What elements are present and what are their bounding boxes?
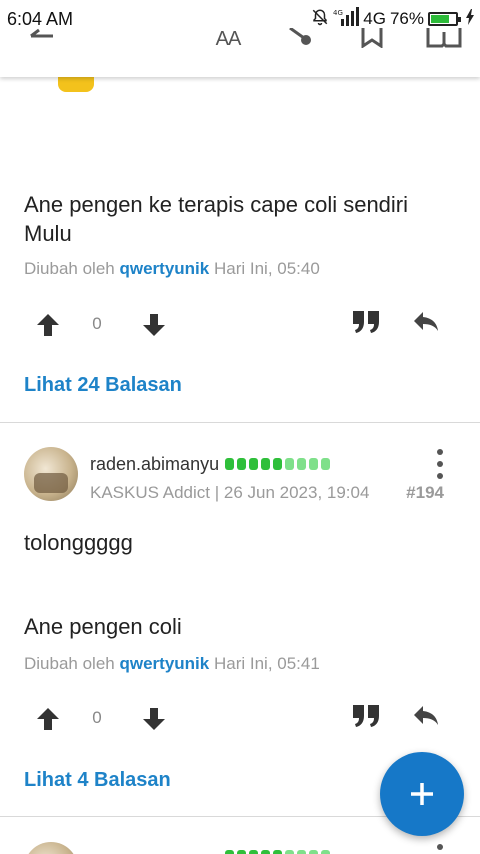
charging-icon: [466, 8, 474, 30]
quote-button[interactable]: [346, 302, 386, 342]
edited-prefix: Diubah oleh: [24, 654, 115, 673]
downvote-button[interactable]: [134, 305, 174, 345]
reply-icon: [414, 706, 438, 725]
downvote-button[interactable]: [134, 699, 174, 739]
quote-icon: [353, 705, 379, 727]
post-actions: 0: [0, 305, 480, 345]
arrow-up-icon: [37, 708, 59, 730]
new-post-fab[interactable]: [380, 752, 464, 836]
reply-icon: [414, 312, 438, 331]
share-icon[interactable]: [284, 28, 314, 58]
svg-text:4G: 4G: [333, 9, 343, 17]
post-divider: [0, 422, 480, 423]
status-time: 6:04 AM: [7, 9, 74, 29]
post-image-partial: [58, 76, 94, 92]
post-meta: KASKUS Addict | 26 Jun 2023, 19:04: [90, 483, 370, 502]
post-number: #194: [406, 483, 444, 502]
font-size-button[interactable]: AA: [208, 28, 248, 58]
post-text-line: Ane pengen ke terapis cape coli sendiri: [24, 192, 409, 217]
edited-info: Diubah oleh qwertyunik Hari Ini, 05:40: [24, 259, 320, 279]
post-text-line: tolonggggg: [24, 530, 133, 555]
avatar[interactable]: [24, 447, 78, 501]
post-text-line: Ane pengen coli: [24, 614, 182, 639]
more-options-icon[interactable]: [430, 844, 450, 854]
arrow-up-icon: [37, 314, 59, 336]
vote-count: 0: [92, 708, 102, 727]
edited-prefix: Diubah oleh: [24, 259, 115, 278]
back-icon[interactable]: [26, 28, 56, 58]
post-actions: 0: [0, 699, 480, 739]
upvote-button[interactable]: [28, 699, 68, 739]
edited-info: Diubah oleh qwertyunik Hari Ini, 05:41: [24, 654, 320, 674]
arrow-down-icon: [143, 314, 165, 336]
edited-time: Hari Ini, 05:40: [213, 259, 320, 278]
reputation-bar: [225, 850, 330, 854]
font-size-icon: AA: [215, 28, 242, 50]
status-right: 4G 4G 76%: [311, 6, 474, 30]
username-link[interactable]: raden.abimanyu: [90, 454, 219, 475]
edited-user-link[interactable]: qwertyunik: [119, 259, 209, 278]
bookmark-icon[interactable]: [358, 28, 386, 58]
book-icon[interactable]: [424, 28, 464, 58]
post-body: Ane pengen ke terapis cape coli sendiri …: [24, 190, 464, 248]
avatar[interactable]: [24, 842, 78, 854]
reputation-bar: [225, 458, 330, 470]
vote-count: 0: [92, 314, 102, 333]
header: 6:04 AM 4G 4G 76% AA: [0, 0, 480, 77]
plus-icon: [411, 783, 433, 805]
quote-button[interactable]: [346, 696, 386, 736]
app-toolbar: AA: [0, 28, 480, 58]
post-body: tolonggggg: [24, 528, 464, 557]
battery-percent: 76%: [389, 9, 424, 28]
battery-icon: [428, 12, 461, 26]
post-text-line: Mulu: [24, 221, 72, 246]
upvote-button[interactable]: [28, 305, 68, 345]
network-label: 4G: [363, 9, 386, 28]
view-replies-link[interactable]: Lihat 4 Balasan: [24, 769, 171, 792]
edited-time: Hari Ini, 05:41: [213, 654, 320, 673]
view-replies-link[interactable]: Lihat 24 Balasan: [24, 374, 182, 397]
reply-button[interactable]: [406, 696, 446, 736]
post-body-cont: Ane pengen coli: [24, 612, 464, 641]
more-options-icon[interactable]: [430, 449, 450, 479]
arrow-down-icon: [143, 708, 165, 730]
reply-button[interactable]: [406, 302, 446, 342]
quote-icon: [353, 311, 379, 333]
edited-user-link[interactable]: qwertyunik: [119, 654, 209, 673]
